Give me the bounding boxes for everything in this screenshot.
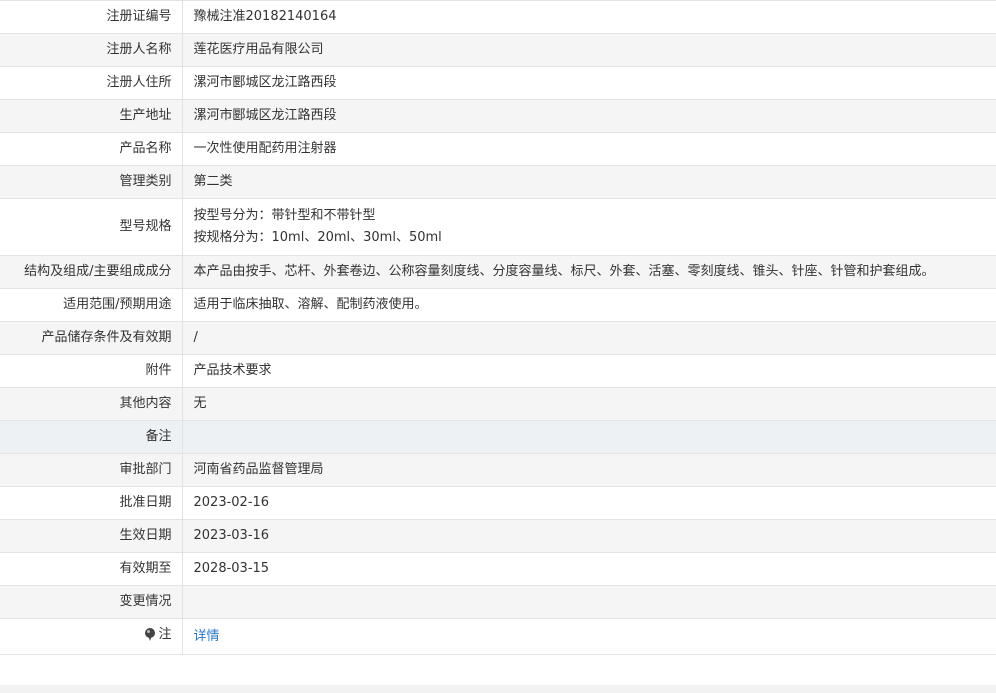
- row-change-status: 变更情况: [0, 585, 996, 619]
- row-remarks: 备注: [0, 420, 996, 454]
- value-management-category: 第二类: [182, 165, 996, 199]
- row-structure-composition: 结构及组成/主要组成成分 本产品由按手、芯杆、外套卷边、公称容量刻度线、分度容量…: [0, 255, 996, 289]
- label-attachment: 附件: [0, 354, 183, 388]
- registration-detail-table: 注册证编号 豫械注准20182140164 注册人名称 莲花医疗用品有限公司 注…: [0, 0, 996, 655]
- value-effective-date: 2023-03-16: [182, 519, 996, 553]
- row-other-content: 其他内容 无: [0, 387, 996, 421]
- model-spec-line-1: 按型号分为：带针型和不带针型: [193, 208, 376, 223]
- value-attachment: 产品技术要求: [182, 354, 996, 388]
- label-change-status: 变更情况: [0, 585, 183, 619]
- value-other-content: 无: [182, 387, 996, 421]
- label-storage-validity: 产品储存条件及有效期: [0, 321, 183, 355]
- value-structure-composition: 本产品由按手、芯杆、外套卷边、公称容量刻度线、分度容量线、标尺、外套、活塞、零刻…: [182, 255, 996, 289]
- value-valid-until: 2028-03-15: [182, 552, 996, 586]
- label-effective-date: 生效日期: [0, 519, 183, 553]
- label-product-name: 产品名称: [0, 132, 183, 166]
- label-management-category: 管理类别: [0, 165, 183, 199]
- row-storage-validity: 产品储存条件及有效期 /: [0, 321, 996, 355]
- row-valid-until: 有效期至 2028-03-15: [0, 552, 996, 586]
- value-production-address: 漯河市郾城区龙江路西段: [182, 99, 996, 133]
- label-remarks: 备注: [0, 420, 183, 454]
- details-link[interactable]: 详情: [194, 629, 220, 644]
- row-registrant-address: 注册人住所 漯河市郾城区龙江路西段: [0, 66, 996, 100]
- model-spec-line-2: 按规格分为：10ml、20ml、30ml、50ml: [193, 230, 442, 245]
- value-registrant-name: 莲花医疗用品有限公司: [182, 33, 996, 67]
- label-other-content: 其他内容: [0, 387, 183, 421]
- row-approval-date: 批准日期 2023-02-16: [0, 486, 996, 520]
- label-model-spec: 型号规格: [0, 198, 183, 256]
- label-approval-department: 审批部门: [0, 453, 183, 487]
- label-registrant-address: 注册人住所: [0, 66, 183, 100]
- label-valid-until: 有效期至: [0, 552, 183, 586]
- row-model-spec: 型号规格 按型号分为：带针型和不带针型 按规格分为：10ml、20ml、30ml…: [0, 198, 996, 256]
- value-product-name: 一次性使用配药用注射器: [182, 132, 996, 166]
- value-registration-number: 豫械注准20182140164: [182, 0, 996, 34]
- row-approval-department: 审批部门 河南省药品监督管理局: [0, 453, 996, 487]
- value-remarks: [182, 420, 996, 454]
- row-registrant-name: 注册人名称 莲花医疗用品有限公司: [0, 33, 996, 67]
- footer-strip: [0, 685, 996, 693]
- label-approval-date: 批准日期: [0, 486, 183, 520]
- value-registrant-address: 漯河市郾城区龙江路西段: [182, 66, 996, 100]
- value-change-status: [182, 585, 996, 619]
- pin-icon: [145, 628, 156, 642]
- value-intended-use: 适用于临床抽取、溶解、配制药液使用。: [182, 288, 996, 322]
- label-note: 注: [0, 618, 183, 655]
- row-management-category: 管理类别 第二类: [0, 165, 996, 199]
- label-production-address: 生产地址: [0, 99, 183, 133]
- row-production-address: 生产地址 漯河市郾城区龙江路西段: [0, 99, 996, 133]
- row-registration-number: 注册证编号 豫械注准20182140164: [0, 0, 996, 34]
- value-model-spec: 按型号分为：带针型和不带针型 按规格分为：10ml、20ml、30ml、50ml: [182, 198, 996, 256]
- label-intended-use: 适用范围/预期用途: [0, 288, 183, 322]
- value-approval-date: 2023-02-16: [182, 486, 996, 520]
- value-note: 详情: [182, 618, 996, 655]
- row-product-name: 产品名称 一次性使用配药用注射器: [0, 132, 996, 166]
- value-storage-validity: /: [182, 321, 996, 355]
- row-note: 注 详情: [0, 618, 996, 655]
- label-structure-composition: 结构及组成/主要组成成分: [0, 255, 183, 289]
- label-registrant-name: 注册人名称: [0, 33, 183, 67]
- row-attachment: 附件 产品技术要求: [0, 354, 996, 388]
- row-intended-use: 适用范围/预期用途 适用于临床抽取、溶解、配制药液使用。: [0, 288, 996, 322]
- label-registration-number: 注册证编号: [0, 0, 183, 34]
- row-effective-date: 生效日期 2023-03-16: [0, 519, 996, 553]
- note-label: 注: [158, 626, 172, 642]
- value-approval-department: 河南省药品监督管理局: [182, 453, 996, 487]
